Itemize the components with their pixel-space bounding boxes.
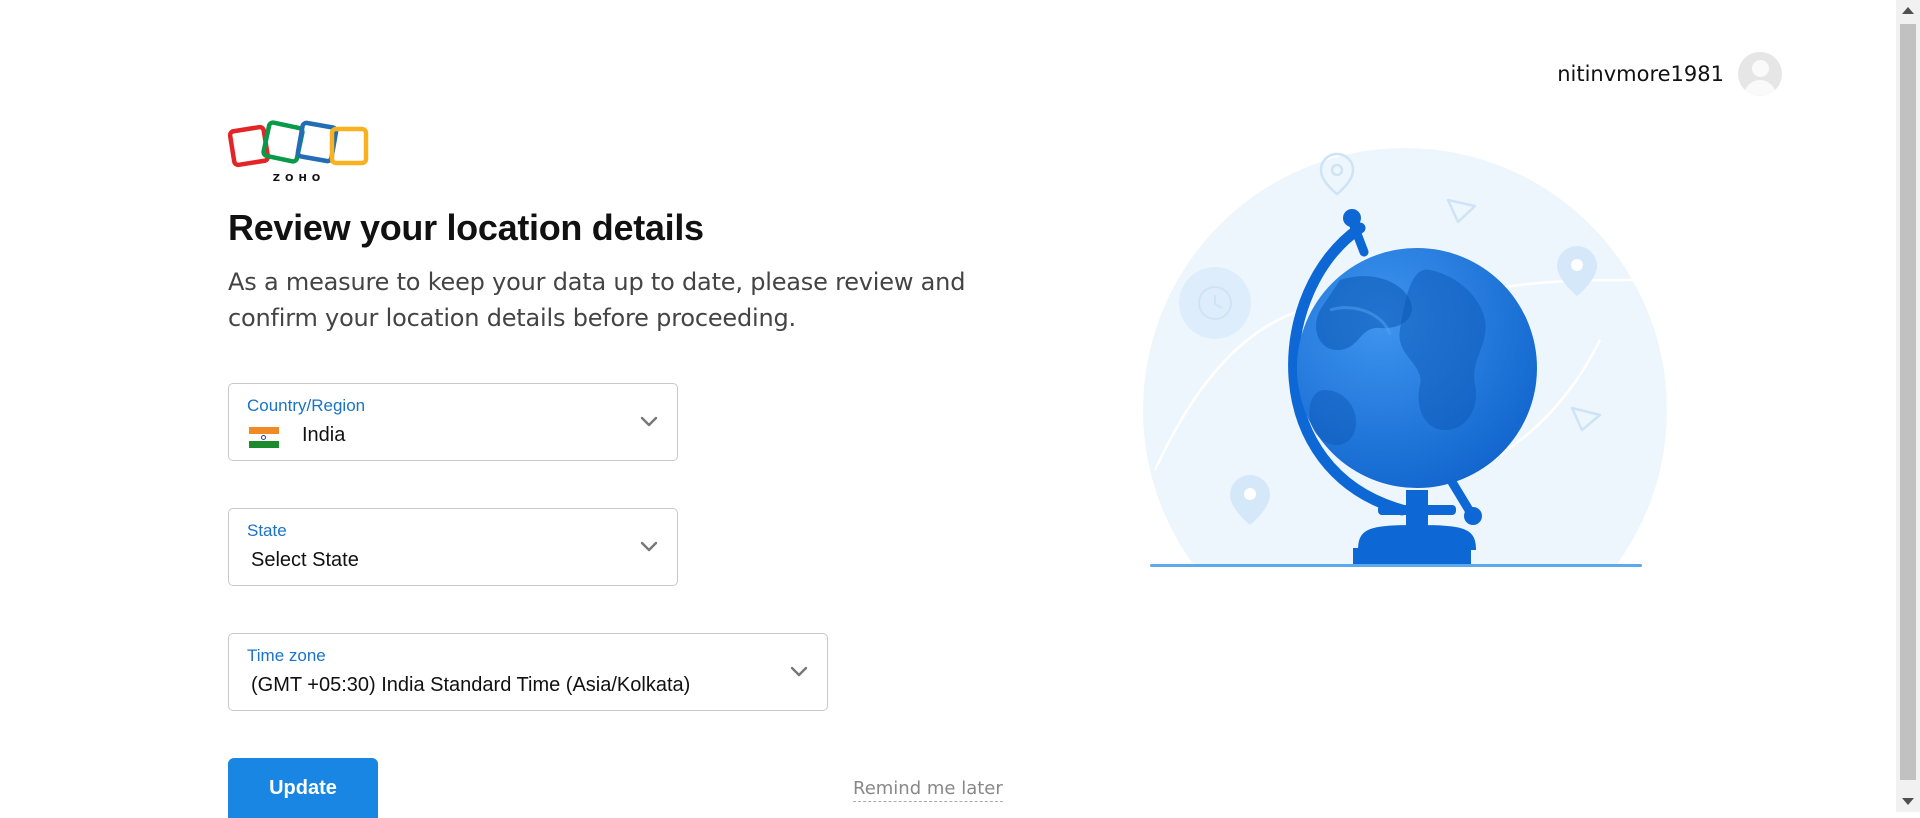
- scroll-up-icon[interactable]: [1902, 7, 1914, 14]
- globe-illustration: [1130, 140, 1690, 580]
- update-button[interactable]: Update: [228, 758, 378, 818]
- remind-me-later-link[interactable]: Remind me later: [853, 778, 1003, 802]
- zoho-logo: ZOHO: [227, 118, 374, 189]
- logo-text: ZOHO: [273, 173, 326, 184]
- page-title: Review your location details: [228, 207, 704, 248]
- india-flag-icon: [249, 427, 279, 448]
- country-value: India: [302, 424, 346, 446]
- page-subtitle: As a measure to keep your data up to dat…: [228, 268, 966, 332]
- scroll-down-icon[interactable]: [1902, 798, 1914, 805]
- state-value: Select State: [251, 549, 359, 571]
- timezone-select[interactable]: Time zone (GMT +05:30) India Standard Ti…: [228, 633, 828, 711]
- avatar[interactable]: [1738, 52, 1782, 96]
- timezone-label: Time zone: [247, 646, 326, 665]
- chevron-down-icon: [640, 541, 658, 552]
- state-label: State: [247, 521, 287, 540]
- state-select[interactable]: State Select State: [228, 508, 678, 586]
- username: nitinvmore1981: [1557, 62, 1724, 86]
- chevron-down-icon: [790, 666, 808, 677]
- user-profile[interactable]: nitinvmore1981: [1557, 52, 1782, 96]
- country-label: Country/Region: [247, 396, 366, 415]
- timezone-value: (GMT +05:30) India Standard Time (Asia/K…: [251, 674, 691, 696]
- scrollbar-thumb[interactable]: [1900, 24, 1916, 780]
- scrollbar[interactable]: [1896, 0, 1920, 812]
- country-select[interactable]: Country/Region India: [228, 383, 678, 461]
- chevron-down-icon: [640, 416, 658, 427]
